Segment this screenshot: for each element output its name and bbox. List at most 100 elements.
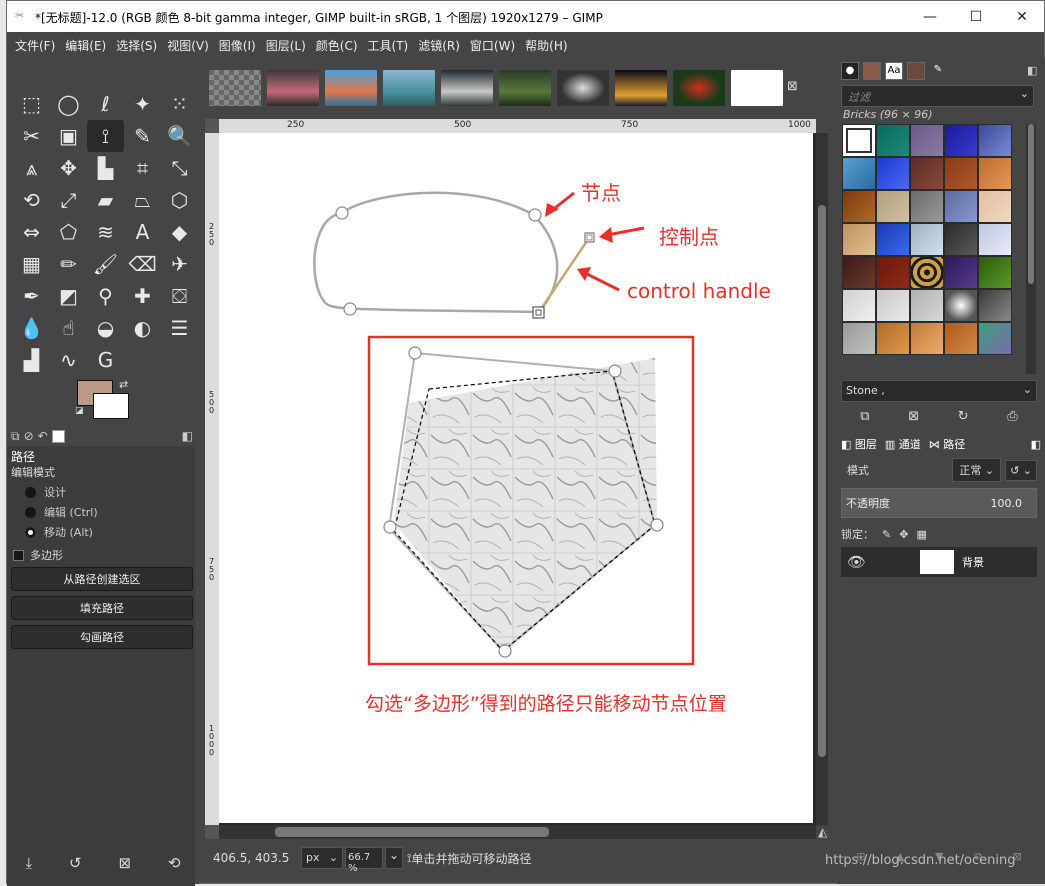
pattern-swatch[interactable]: [910, 289, 944, 322]
pattern-swatch[interactable]: [944, 157, 978, 190]
pattern-swatch[interactable]: [876, 223, 910, 256]
tool-options-tab-icon[interactable]: ⧉: [11, 429, 20, 444]
default-colors-icon[interactable]: ◪: [75, 406, 84, 416]
heal-tool-icon[interactable]: ✚: [124, 280, 161, 312]
patterns-tab-icon[interactable]: [863, 62, 881, 80]
select-by-color-tool-icon[interactable]: ⁙: [161, 88, 198, 120]
menu-select[interactable]: 选择(S): [116, 37, 157, 54]
close-image-tab-icon[interactable]: ⊠: [787, 79, 798, 94]
composite-mode-select[interactable]: ↺ ⌄: [1005, 459, 1037, 481]
pattern-swatch[interactable]: [876, 289, 910, 322]
mode-select[interactable]: 正常 ⌄: [952, 458, 1002, 482]
stroke-path-button[interactable]: 勾画路径: [11, 625, 193, 649]
panel-menu-icon[interactable]: ◧: [1031, 438, 1041, 451]
menu-view[interactable]: 视图(V): [167, 37, 209, 54]
pattern-swatch[interactable]: [910, 223, 944, 256]
paths-tool-icon[interactable]: ⟟: [87, 120, 124, 152]
pattern-swatch[interactable]: [842, 322, 876, 355]
menu-tools[interactable]: 工具(T): [368, 37, 409, 54]
path-to-selection-button[interactable]: 从路径创建选区: [11, 567, 193, 591]
tab-channels[interactable]: ▥ 通道: [885, 436, 921, 452]
horizontal-scrollbar[interactable]: [219, 825, 816, 839]
lock-pixels-icon[interactable]: ✎: [882, 528, 891, 541]
pattern-swatch[interactable]: [842, 223, 876, 256]
restore-options-icon[interactable]: ↺: [69, 854, 82, 872]
pattern-swatch[interactable]: [910, 190, 944, 223]
zoom-corner[interactable]: [205, 825, 219, 839]
pattern-swatch[interactable]: [978, 157, 1012, 190]
pattern-scrollbar[interactable]: [1026, 124, 1036, 374]
image-canvas[interactable]: 节点 控制点 control handle 勾选“多边形”得到的路径只能移动节点…: [219, 133, 813, 823]
fonts-tab-icon[interactable]: Aa: [885, 62, 903, 80]
menu-file[interactable]: 文件(F): [15, 37, 55, 54]
minimize-button[interactable]: —: [907, 1, 953, 32]
pattern-swatch[interactable]: [910, 157, 944, 190]
pattern-swatch[interactable]: [978, 124, 1012, 157]
brush-tab-icon[interactable]: ✎: [929, 62, 947, 80]
opacity-slider[interactable]: 不透明度 100.0: [841, 488, 1037, 518]
tab-paths[interactable]: ⋈ 路径: [929, 436, 966, 452]
navigate-icon[interactable]: ◭: [818, 825, 827, 839]
pattern-swatch[interactable]: [876, 157, 910, 190]
rotate-tool-icon[interactable]: ⟲: [13, 184, 50, 216]
image-tab-thumbnail-active[interactable]: [731, 70, 783, 106]
blur-tool-icon[interactable]: 💧: [13, 312, 50, 344]
image-tab-thumbnail[interactable]: [499, 70, 551, 106]
histogram-tool-icon[interactable]: ▟: [13, 344, 50, 376]
zoom-dropdown-icon[interactable]: ⌄: [385, 847, 403, 869]
3d-transform-tool-icon[interactable]: ⬡: [161, 184, 198, 216]
shear-tool-icon[interactable]: ▰: [87, 184, 124, 216]
image-tab-thumbnail[interactable]: [673, 70, 725, 106]
pattern-swatch[interactable]: [944, 289, 978, 322]
pattern-swatch[interactable]: [876, 322, 910, 355]
text-tool-icon[interactable]: A: [124, 216, 161, 248]
background-color-swatch[interactable]: [93, 393, 129, 419]
free-select-tool-icon[interactable]: ℓ: [87, 88, 124, 120]
mypaint-brush-tool-icon[interactable]: ◩: [50, 280, 87, 312]
pattern-swatch[interactable]: [842, 256, 876, 289]
image-tab-thumbnail[interactable]: [325, 70, 377, 106]
image-tab-thumbnail[interactable]: [441, 70, 493, 106]
zoom-tool-icon[interactable]: 🔍: [161, 120, 198, 152]
panel-menu-icon[interactable]: ◧: [1027, 64, 1037, 77]
image-tab-thumbnail[interactable]: [383, 70, 435, 106]
color-picker-tool-icon[interactable]: ✎: [124, 120, 161, 152]
images-tab-icon[interactable]: [51, 429, 65, 443]
gradient-tool-icon[interactable]: ▦: [13, 248, 50, 280]
mode-move-radio[interactable]: 移动 (Alt): [25, 524, 93, 540]
menu-colors[interactable]: 颜色(C): [316, 37, 358, 54]
ink-tool-icon[interactable]: ✒: [13, 280, 50, 312]
pattern-swatch[interactable]: [842, 289, 876, 322]
menu-layer[interactable]: 图层(L): [266, 37, 306, 54]
maximize-button[interactable]: ☐: [953, 1, 999, 32]
perspective-clone-tool-icon[interactable]: ⛋: [161, 280, 198, 312]
lock-alpha-icon[interactable]: ▦: [916, 528, 926, 541]
close-button[interactable]: ✕: [999, 1, 1045, 32]
cage-transform-tool-icon[interactable]: ⬠: [50, 216, 87, 248]
warp-transform-tool-icon[interactable]: ≋: [87, 216, 124, 248]
pattern-swatch[interactable]: [876, 124, 910, 157]
fuzzy-select-tool-icon[interactable]: ✦: [124, 88, 161, 120]
flip-tool-icon[interactable]: ⇔: [13, 216, 50, 248]
pattern-swatch[interactable]: [944, 256, 978, 289]
smudge-tool-icon[interactable]: ☝: [50, 312, 87, 344]
dock-menu-icon[interactable]: ◧: [182, 429, 193, 443]
tag-filter-input[interactable]: 过滤 ⌄: [841, 85, 1034, 107]
foreground-select-tool-icon[interactable]: ▣: [50, 120, 87, 152]
pattern-swatch[interactable]: [910, 256, 944, 289]
pattern-swatch[interactable]: [978, 190, 1012, 223]
pattern-swatch[interactable]: [842, 124, 876, 157]
image-tab-thumbnail[interactable]: [557, 70, 609, 106]
duplicate-pattern-icon[interactable]: ⧉: [860, 409, 869, 424]
measure-tool-icon[interactable]: ⩓: [13, 152, 50, 184]
menu-filters[interactable]: 滤镜(R): [418, 37, 460, 54]
brushes-tab-icon[interactable]: ●: [841, 62, 859, 80]
image-tab-thumbnail[interactable]: [615, 70, 667, 106]
tab-layers[interactable]: ◧ 图层: [841, 436, 877, 452]
delete-pattern-icon[interactable]: ⊠: [908, 409, 919, 424]
device-status-tab-icon[interactable]: ⊘: [24, 429, 34, 443]
layer-row[interactable]: 👁 背景: [841, 547, 1037, 577]
pattern-swatch[interactable]: [910, 322, 944, 355]
pattern-swatch[interactable]: [978, 322, 1012, 355]
undo-history-tab-icon[interactable]: ↶: [38, 429, 48, 443]
